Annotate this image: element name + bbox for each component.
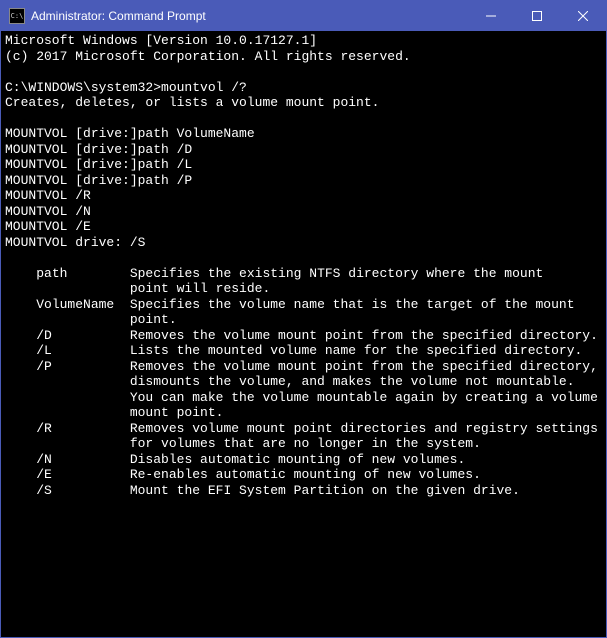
usage-line: MOUNTVOL [drive:]path /P <box>5 173 192 188</box>
prompt-command: mountvol /? <box>161 80 247 95</box>
copyright-line: (c) 2017 Microsoft Corporation. All righ… <box>5 49 411 64</box>
prompt-path: C:\WINDOWS\system32> <box>5 80 161 95</box>
usage-line: MOUNTVOL [drive:]path /L <box>5 157 192 172</box>
usage-line: MOUNTVOL drive: /S <box>5 235 145 250</box>
os-version-line: Microsoft Windows [Version 10.0.17127.1] <box>5 33 317 48</box>
usage-line: MOUNTVOL [drive:]path VolumeName <box>5 126 255 141</box>
option-r: for volumes that are no longer in the sy… <box>5 436 481 451</box>
window-controls <box>468 1 606 31</box>
option-p: You can make the volume mountable again … <box>5 390 598 405</box>
command-prompt-window: C:\ Administrator: Command Prompt Micros… <box>0 0 607 638</box>
option-l: /L Lists the mounted volume name for the… <box>5 343 582 358</box>
cmd-icon: C:\ <box>9 8 25 24</box>
option-s: /S Mount the EFI System Partition on the… <box>5 483 520 498</box>
usage-line: MOUNTVOL /N <box>5 204 91 219</box>
usage-line: MOUNTVOL /E <box>5 219 91 234</box>
option-p: dismounts the volume, and makes the volu… <box>5 374 575 389</box>
titlebar[interactable]: C:\ Administrator: Command Prompt <box>1 1 606 31</box>
option-path: path Specifies the existing NTFS directo… <box>5 266 543 281</box>
maximize-button[interactable] <box>514 1 560 31</box>
usage-line: MOUNTVOL /R <box>5 188 91 203</box>
usage-line: MOUNTVOL [drive:]path /D <box>5 142 192 157</box>
option-volumename: VolumeName Specifies the volume name tha… <box>5 297 575 312</box>
option-d: /D Removes the volume mount point from t… <box>5 328 598 343</box>
option-path: point will reside. <box>5 281 270 296</box>
close-button[interactable] <box>560 1 606 31</box>
minimize-button[interactable] <box>468 1 514 31</box>
option-volumename: point. <box>5 312 177 327</box>
terminal-area[interactable]: Microsoft Windows [Version 10.0.17127.1]… <box>1 31 606 637</box>
window-title: Administrator: Command Prompt <box>31 9 468 23</box>
prompt-line: C:\WINDOWS\system32>mountvol /? <box>5 80 247 95</box>
option-n: /N Disables automatic mounting of new vo… <box>5 452 465 467</box>
option-r: /R Removes volume mount point directorie… <box>5 421 598 436</box>
option-p: /P Removes the volume mount point from t… <box>5 359 598 374</box>
option-p: mount point. <box>5 405 223 420</box>
help-description: Creates, deletes, or lists a volume moun… <box>5 95 379 110</box>
option-e: /E Re-enables automatic mounting of new … <box>5 467 481 482</box>
